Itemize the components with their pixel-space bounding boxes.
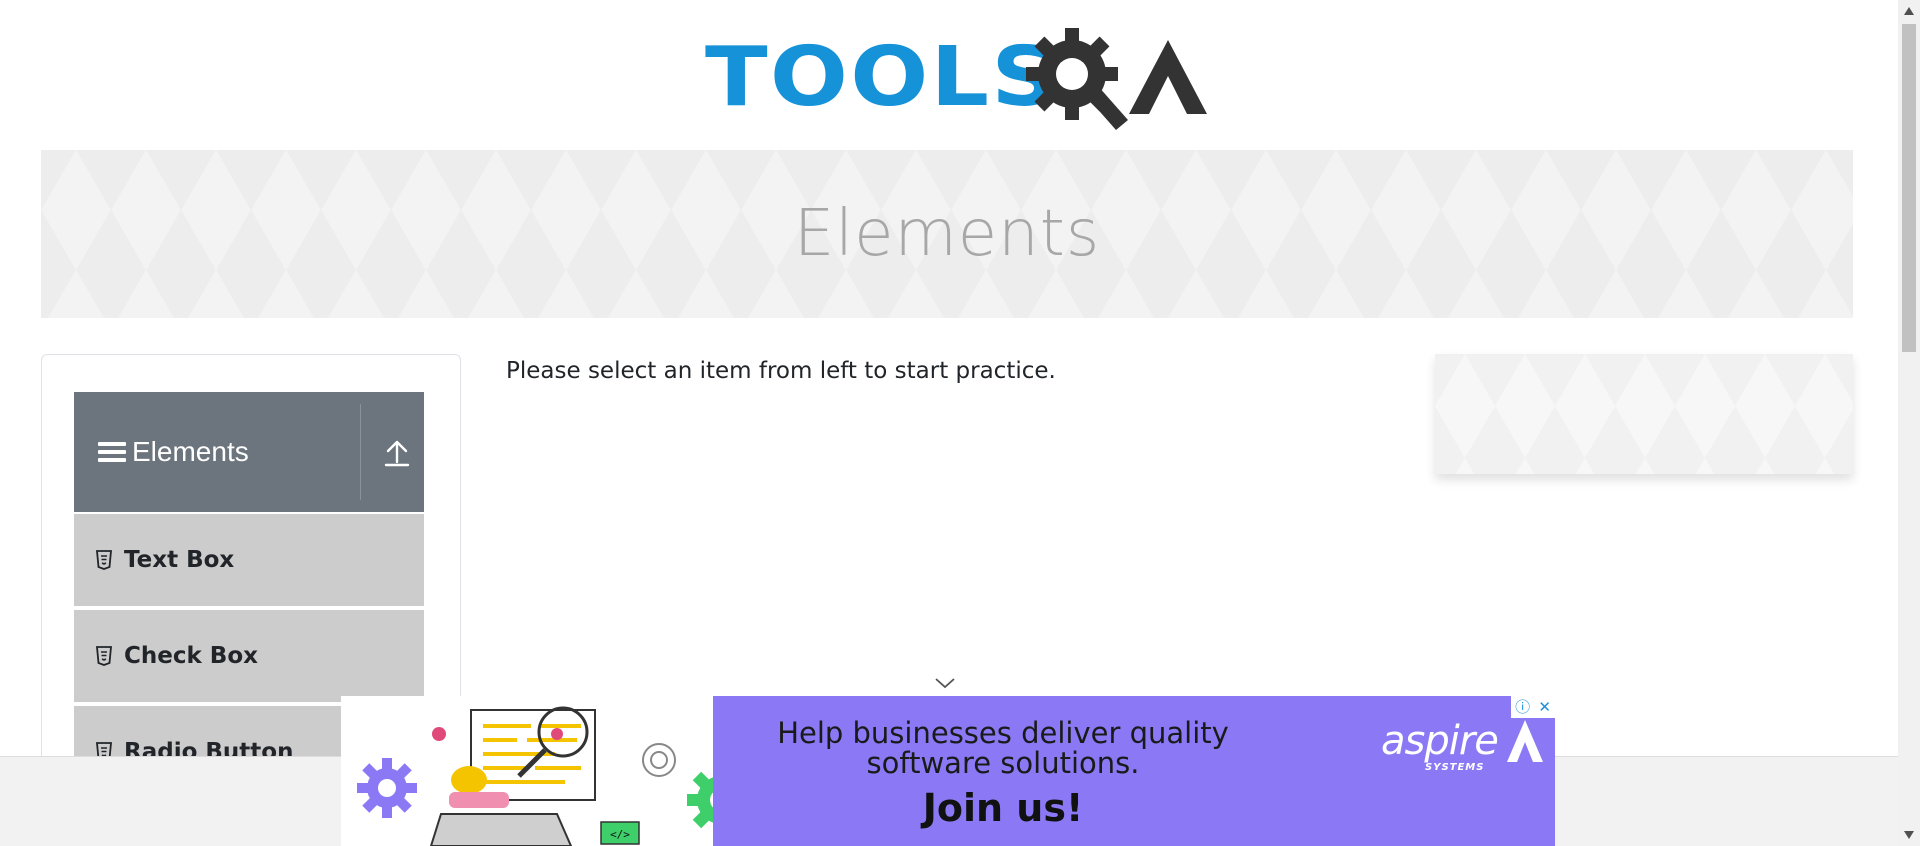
scrollbar-thumb[interactable] — [1902, 24, 1916, 352]
logo-text: TOOLS — [705, 30, 1060, 125]
scroll-down-icon[interactable] — [1903, 830, 1915, 840]
ad-brand-subtitle: SYSTEMS — [1425, 762, 1485, 773]
sidebar-group-elements[interactable]: Elements — [74, 392, 424, 512]
logo-a-mark — [1129, 40, 1207, 114]
side-ad-placeholder — [1435, 354, 1853, 474]
ad-cta[interactable]: Join us! — [773, 786, 1233, 830]
header-divider — [360, 404, 361, 500]
page-title: Elements — [793, 197, 1101, 271]
sidebar-item-check-box[interactable]: Check Box — [74, 610, 424, 704]
sidebar-group-label: Elements — [132, 436, 249, 467]
sidebar-item-label: Check Box — [124, 643, 258, 669]
gear-q-icon — [1026, 28, 1128, 130]
scroll-up-icon[interactable] — [1903, 6, 1915, 16]
ad-content[interactable]: Help businesses deliver quality software… — [713, 696, 1555, 846]
html5-icon — [96, 646, 112, 666]
practice-instructions: Please select an item from left to start… — [506, 358, 1056, 384]
toolsqa-logo[interactable]: TOOLS — [705, 22, 1207, 134]
ad-headline: Help businesses deliver quality software… — [777, 716, 1229, 780]
svg-text:</>: </> — [610, 828, 630, 841]
html5-icon — [96, 550, 112, 570]
ad-controls[interactable]: ⓘ ✕ — [1511, 696, 1555, 718]
sidebar-item-label: Text Box — [124, 547, 235, 573]
ad-brand-name: aspire — [1381, 718, 1499, 764]
close-icon[interactable]: ✕ — [1538, 699, 1551, 715]
vertical-scrollbar[interactable] — [1898, 0, 1920, 846]
developer-illustration-icon: </> — [357, 706, 713, 846]
collapse-up-icon[interactable] — [384, 436, 410, 468]
menu-icon — [98, 440, 126, 464]
info-icon[interactable]: ⓘ — [1515, 699, 1530, 715]
aspire-logo-icon — [1507, 720, 1543, 762]
page-banner: Elements — [41, 150, 1853, 318]
chevron-down-icon[interactable] — [934, 676, 956, 690]
ad-illustration: </> — [341, 696, 713, 846]
sidebar-item-text-box[interactable]: Text Box — [74, 514, 424, 608]
bottom-advertisement[interactable]: </> Help businesses deliver quality soft… — [341, 696, 1555, 846]
